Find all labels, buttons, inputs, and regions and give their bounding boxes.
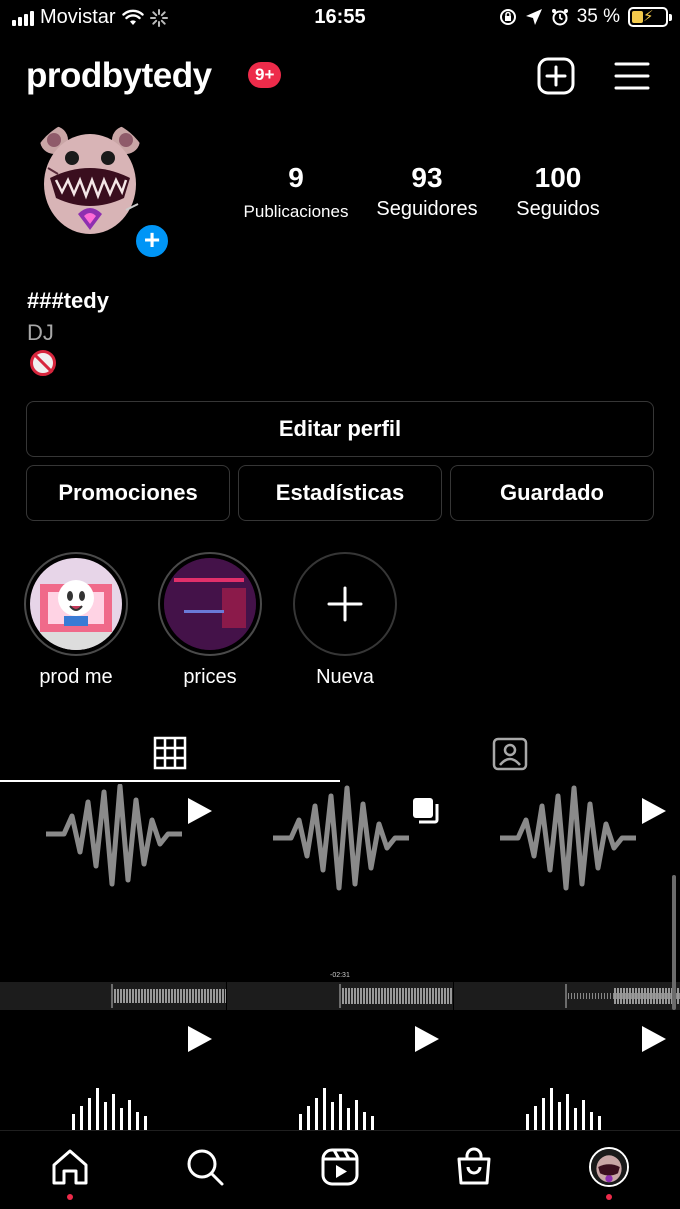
nav-reels[interactable]: [318, 1145, 362, 1189]
nav-search[interactable]: [183, 1145, 227, 1189]
status-right: 35 % ⚡: [499, 6, 672, 28]
audio-strip: -02:31: [227, 972, 453, 1010]
menu-icon[interactable]: [614, 56, 650, 96]
home-notification-dot: [67, 1194, 73, 1200]
no-pedestrians-emoji: [30, 350, 56, 376]
audio-timestamp: -02:31: [330, 972, 350, 979]
active-tab-indicator: [0, 780, 340, 782]
username-title[interactable]: prodbytedy: [26, 56, 212, 96]
alarm-icon: [551, 9, 568, 26]
following-count: 100: [534, 162, 582, 193]
display-name: ###tedy: [27, 288, 109, 313]
battery-icon: ⚡: [628, 7, 672, 27]
highlight-ring: [293, 552, 397, 656]
reels-icon: [321, 1148, 359, 1186]
grid-post[interactable]: [0, 784, 226, 1010]
add-story-button[interactable]: +: [133, 222, 171, 260]
posts-grid: -02:31: [0, 784, 680, 1130]
nav-home[interactable]: [48, 1145, 92, 1189]
highlight-ring: [158, 552, 262, 656]
grid-post[interactable]: [0, 1012, 226, 1130]
waveform-thumbnail: [339, 984, 453, 1008]
reel-play-icon: [415, 1026, 439, 1052]
tab-posts-grid[interactable]: [0, 724, 340, 782]
profile-avatar: [589, 1147, 629, 1187]
scrollbar[interactable]: [672, 875, 676, 1010]
profile-header: prodbytedy 9+: [26, 52, 654, 100]
edit-profile-button[interactable]: Editar perfil: [26, 401, 654, 457]
waveform-thumbnail: [565, 984, 680, 1008]
location-icon: [525, 9, 542, 25]
battery-percent: 35 %: [576, 6, 620, 27]
reel-play-icon: [188, 1026, 212, 1052]
home-icon: [52, 1149, 88, 1185]
highlight-ring: [24, 552, 128, 656]
grid-post[interactable]: [454, 784, 680, 1010]
highlight-cover-image: [164, 558, 256, 650]
highlight-label: Nueva: [316, 666, 374, 688]
profile-notification-dot: [606, 1194, 612, 1200]
new-post-icon[interactable]: [536, 56, 576, 96]
highlight-label: prod me: [39, 666, 113, 688]
posts-count: 9: [288, 162, 304, 193]
carousel-icon: [413, 798, 439, 824]
reel-play-icon: [188, 798, 212, 824]
saved-button[interactable]: Guardado: [450, 465, 654, 521]
audio-strip: [0, 982, 226, 1010]
equalizer-bars-icon: [72, 1088, 147, 1130]
soundwave-icon: [46, 784, 182, 887]
highlight-prod-me[interactable]: prod me: [24, 552, 128, 689]
waveform-thumbnail: [111, 984, 226, 1008]
profile-category: DJ: [27, 320, 54, 345]
search-icon: [187, 1149, 224, 1186]
stat-posts[interactable]: 9 Publicaciones: [237, 162, 355, 222]
audio-strip: [454, 982, 680, 1010]
followers-count: 93: [411, 162, 443, 193]
nav-profile[interactable]: [587, 1145, 631, 1189]
tab-tagged[interactable]: [340, 724, 680, 782]
notification-badge[interactable]: 9+: [248, 62, 282, 88]
followers-label: Seguidores: [376, 198, 478, 220]
grid-post[interactable]: [227, 1012, 453, 1130]
grid-post[interactable]: -02:31: [227, 784, 453, 1010]
equalizer-bars-icon: [526, 1088, 601, 1130]
plus-icon: [327, 586, 363, 622]
bottom-nav: [0, 1130, 680, 1209]
shop-icon: [457, 1147, 491, 1185]
insights-button[interactable]: Estadísticas: [238, 465, 442, 521]
tagged-icon: [492, 737, 528, 771]
highlight-new[interactable]: Nueva: [293, 552, 397, 689]
stat-following[interactable]: 100 Seguidos: [505, 162, 611, 221]
grid-post[interactable]: [454, 1012, 680, 1130]
equalizer-bars-icon: [299, 1088, 374, 1130]
highlight-prices[interactable]: prices: [158, 552, 262, 689]
highlight-label: prices: [183, 666, 237, 688]
orientation-lock-icon: [499, 9, 516, 25]
reel-play-icon: [642, 798, 666, 824]
nav-shop[interactable]: [452, 1145, 496, 1189]
status-bar: Movistar 16:55 35 % ⚡: [0, 0, 680, 36]
highlight-cover-image: [30, 558, 122, 650]
reel-play-icon: [642, 1026, 666, 1052]
soundwave-icon: [500, 785, 636, 891]
grid-icon: [153, 736, 187, 770]
stat-followers[interactable]: 93 Seguidores: [366, 162, 488, 221]
posts-label: Publicaciones: [243, 202, 349, 221]
avatar-image: [28, 118, 152, 242]
soundwave-icon: [273, 785, 409, 891]
promotions-button[interactable]: Promociones: [26, 465, 230, 521]
following-label: Seguidos: [516, 198, 600, 220]
